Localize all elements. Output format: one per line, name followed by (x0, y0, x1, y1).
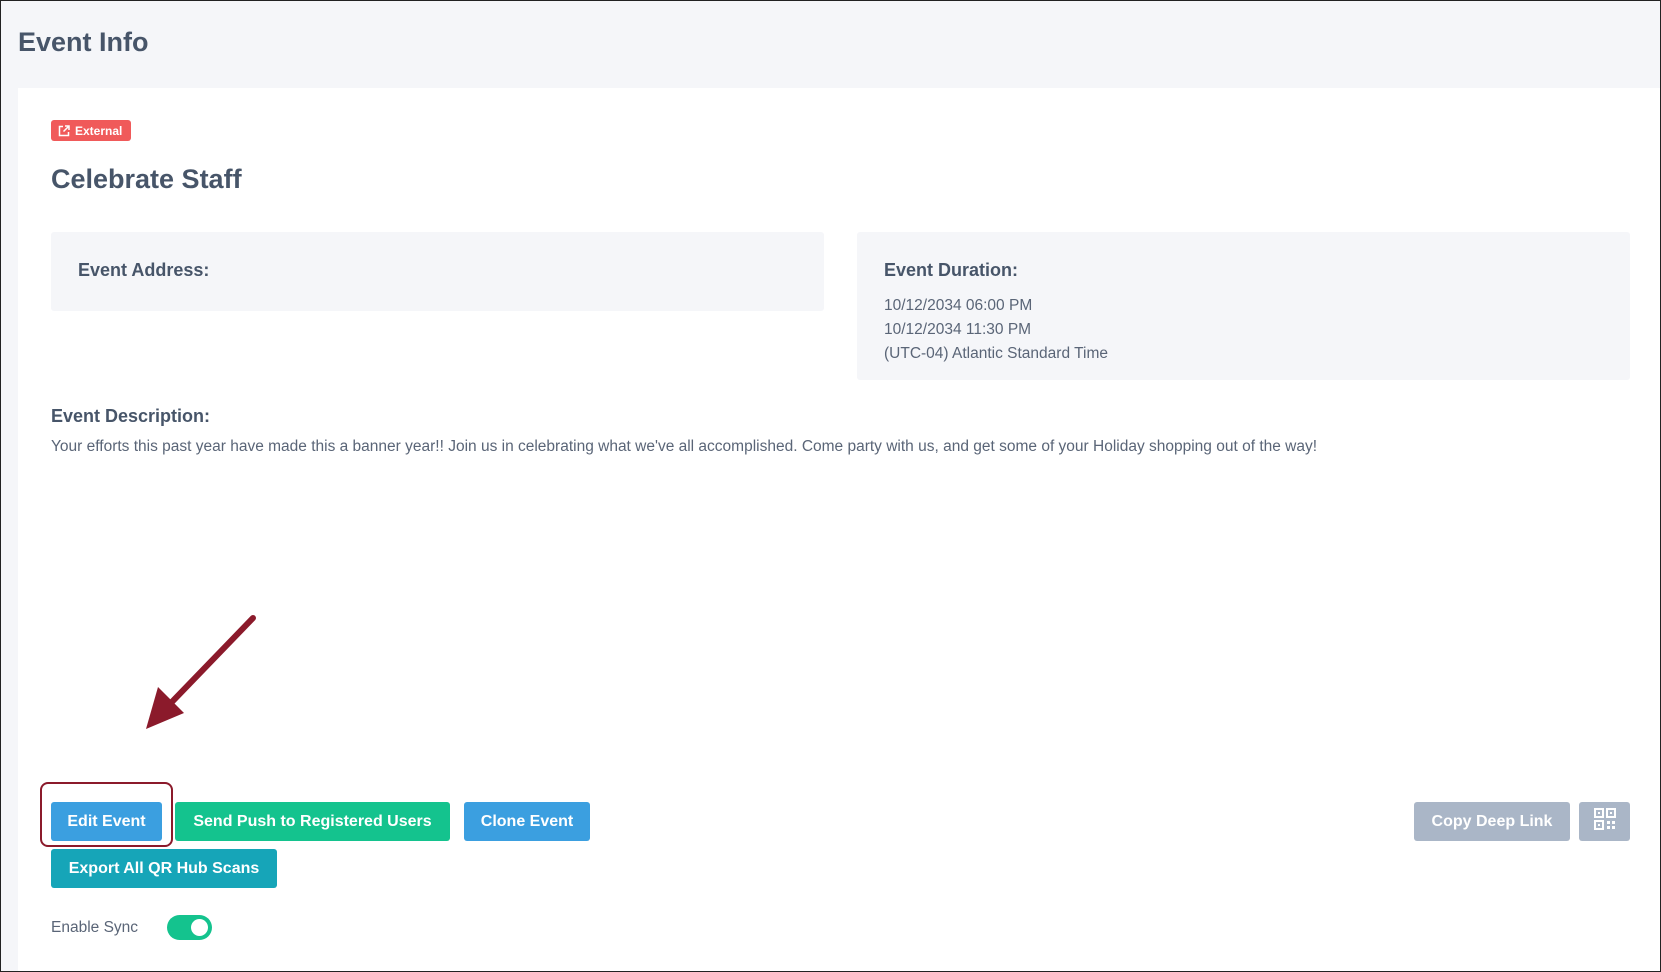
event-address-label: Event Address: (78, 260, 210, 280)
qr-code-icon (1593, 807, 1617, 836)
clone-event-button[interactable]: Clone Event (464, 802, 590, 841)
enable-sync-toggle[interactable] (167, 915, 212, 940)
event-name: Celebrate Staff (51, 164, 242, 194)
event-address-panel: Event Address: (51, 232, 824, 311)
event-duration-label: Event Duration: (884, 260, 1019, 280)
page-title: Event Info (18, 27, 149, 57)
event-start-time: 10/12/2034 06:00 PM (884, 297, 1033, 314)
event-info-window: Event Info External Celebrate Staff Even… (0, 0, 1661, 972)
event-description-label: Event Description: (51, 406, 211, 426)
copy-deep-link-button[interactable]: Copy Deep Link (1414, 802, 1570, 841)
event-duration-panel: Event Duration: 10/12/2034 06:00 PM 10/1… (857, 232, 1630, 380)
event-timezone: (UTC-04) Atlantic Standard Time (884, 345, 1108, 362)
external-link-icon (58, 124, 70, 137)
toggle-knob (191, 919, 208, 936)
send-push-button[interactable]: Send Push to Registered Users (175, 802, 450, 841)
event-end-time: 10/12/2034 11:30 PM (884, 321, 1032, 338)
qr-code-button[interactable] (1579, 802, 1630, 841)
enable-sync-label: Enable Sync (51, 919, 139, 936)
edit-event-button[interactable]: Edit Event (51, 802, 162, 841)
external-badge-label: External (75, 123, 123, 138)
event-description: Your efforts this past year have made th… (51, 438, 1318, 455)
export-qr-scans-button[interactable]: Export All QR Hub Scans (51, 849, 277, 888)
external-badge: External (51, 120, 132, 141)
event-card: External Celebrate Staff Event Address: … (18, 88, 1660, 971)
